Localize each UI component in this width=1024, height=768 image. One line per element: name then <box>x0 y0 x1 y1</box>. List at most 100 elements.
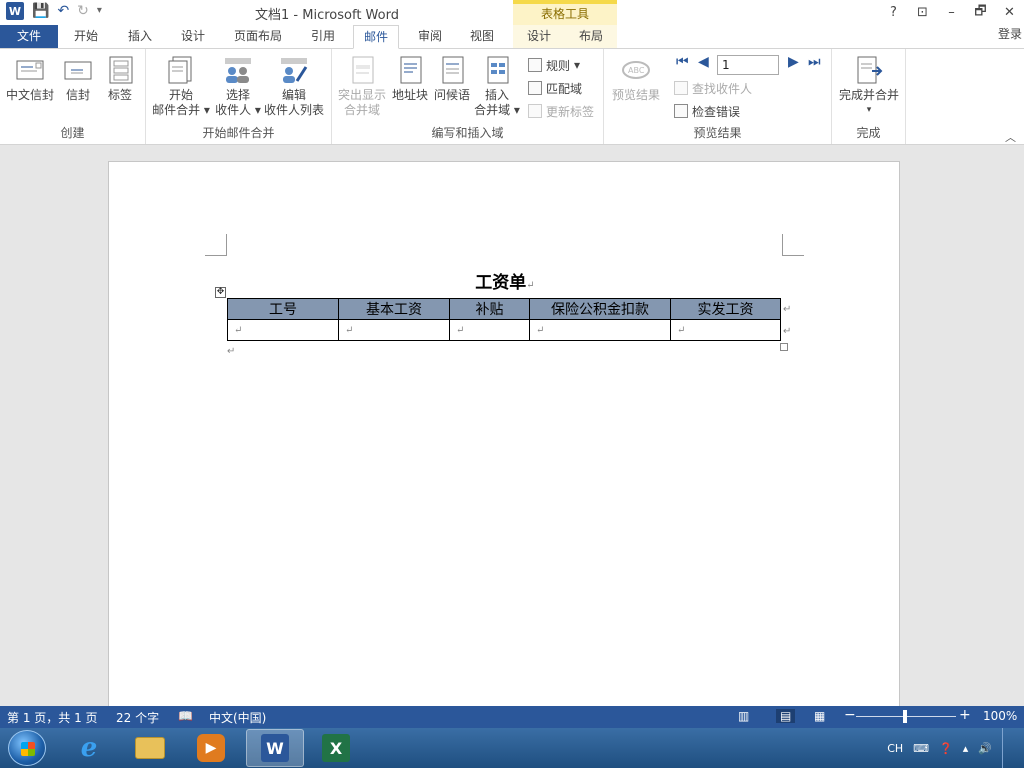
read-mode-icon[interactable]: ▥ <box>738 709 749 723</box>
login-link[interactable]: 登录 <box>998 25 1022 43</box>
header-net-salary[interactable]: 实发工资 <box>670 298 781 320</box>
show-hidden-icons-icon[interactable]: ▴ <box>963 742 969 755</box>
show-desktop-button[interactable] <box>1002 728 1014 768</box>
match-fields-button[interactable]: 匹配域 <box>528 78 582 98</box>
table-cell[interactable]: ↵ <box>529 319 671 341</box>
restore-button[interactable]: 🗗 <box>966 0 995 25</box>
document-title[interactable]: 工资单↵ <box>109 268 901 293</box>
highlight-merge-fields-label-1: 突出显示 <box>337 88 386 102</box>
header-allowance[interactable]: 补贴 <box>449 298 530 320</box>
envelopes-button[interactable]: 信封 <box>58 55 98 103</box>
header-employee-id[interactable]: 工号 <box>227 298 339 320</box>
greeting-line-button[interactable]: 问候语 <box>432 55 472 103</box>
edit-recipient-list-button[interactable]: 编辑 收件人列表 <box>262 55 326 118</box>
update-labels-label: 更新标签 <box>546 104 595 119</box>
labels-icon <box>105 55 135 85</box>
taskbar-media-player[interactable]: ▶ <box>182 729 240 767</box>
preview-results-button[interactable]: ABC 预览结果 <box>608 55 664 103</box>
zoom-out-button[interactable]: − <box>844 707 856 723</box>
first-record-icon[interactable]: ⏮ <box>676 54 689 70</box>
table-move-handle-icon[interactable]: ✥ <box>215 287 226 298</box>
tab-insert[interactable]: 插入 <box>118 25 162 49</box>
volume-icon[interactable]: 🔊 <box>978 742 992 755</box>
header-insurance-deduction[interactable]: 保险公积金扣款 <box>529 298 671 320</box>
tab-mailings[interactable]: 邮件 <box>353 25 400 49</box>
chinese-envelopes-button[interactable]: 中文信封 <box>4 55 56 103</box>
edit-recipient-list-label-2: 收件人列表 <box>263 103 324 117</box>
taskbar-internet-explorer[interactable]: e <box>60 729 118 767</box>
select-recipients-icon <box>223 55 253 85</box>
previous-record-icon[interactable]: ◀ <box>698 54 709 70</box>
table-cell[interactable]: ↵ <box>227 319 339 341</box>
address-block-button[interactable]: 地址块 <box>390 55 430 103</box>
rules-button[interactable]: 规则 ▾ <box>528 55 580 75</box>
taskbar-excel[interactable]: X <box>307 729 365 767</box>
zoom-slider-thumb[interactable] <box>903 710 907 723</box>
tab-table-design[interactable]: 设计 <box>513 25 565 49</box>
close-button[interactable]: ✕ <box>995 0 1024 25</box>
input-language[interactable]: CH <box>887 742 903 755</box>
help-tray-icon[interactable]: ❓ <box>939 742 953 755</box>
finish-merge-label: 完成并合并 <box>838 88 899 102</box>
start-button[interactable] <box>8 730 46 766</box>
tab-view[interactable]: 视图 <box>460 25 504 49</box>
status-bar: 第 1 页，共 1 页 22 个字 📖 中文(中国) ▥ ▤ ▦ − + 100… <box>0 706 1024 728</box>
rules-icon <box>528 58 542 72</box>
update-labels-button[interactable]: 更新标签 <box>528 101 594 121</box>
title-bar: W 💾 ↶ ↻ ▾ 文档1 - Microsoft Word 表格工具 ? ⊡ … <box>0 0 1024 25</box>
tab-table-layout[interactable]: 布局 <box>565 25 617 49</box>
document-page[interactable]: 工资单↵ ✥ 工号 基本工资 补贴 保险公积金扣款 实发工资 ↵ ↵ ↵ ↵ ↵… <box>108 161 900 721</box>
table-resize-handle[interactable] <box>780 343 788 351</box>
table-tools-header: 表格工具 <box>513 0 617 25</box>
insert-merge-field-button[interactable]: 插入 合并域 ▾ <box>472 55 522 118</box>
tab-references[interactable]: 引用 <box>301 25 345 49</box>
word-count[interactable]: 22 个字 <box>116 709 159 726</box>
find-recipient-button[interactable]: 查找收件人 <box>674 78 752 98</box>
print-layout-icon[interactable]: ▤ <box>776 709 796 723</box>
collapse-ribbon-icon[interactable]: ︿ <box>1005 129 1016 145</box>
tab-file[interactable]: 文件 <box>0 25 58 49</box>
ribbon-display-options-button[interactable]: ⊡ <box>908 0 937 25</box>
select-recipients-button[interactable]: 选择 收件人 ▾ <box>210 55 266 118</box>
check-errors-label: 检查错误 <box>692 104 741 119</box>
start-mail-merge-label-1: 开始 <box>168 88 193 102</box>
zoom-in-button[interactable]: + <box>959 707 971 723</box>
finish-merge-button[interactable]: 完成并合并 ▾ <box>834 55 904 118</box>
minimize-button[interactable]: – <box>937 0 966 25</box>
tab-home[interactable]: 开始 <box>64 25 108 49</box>
insert-merge-field-icon <box>482 55 512 85</box>
page-count[interactable]: 第 1 页，共 1 页 <box>7 709 98 726</box>
taskbar-word[interactable]: W <box>246 729 304 767</box>
proofing-icon[interactable]: 📖 <box>178 709 193 723</box>
header-base-salary[interactable]: 基本工资 <box>338 298 450 320</box>
last-record-icon[interactable]: ⏭ <box>808 54 821 70</box>
tab-design[interactable]: 设计 <box>171 25 215 49</box>
paragraph-mark[interactable]: ↵ <box>227 346 235 357</box>
web-layout-icon[interactable]: ▦ <box>814 709 825 723</box>
highlight-merge-fields-button[interactable]: 突出显示 合并域 <box>334 55 390 118</box>
update-labels-icon <box>528 104 542 118</box>
start-mail-merge-button[interactable]: 开始 邮件合并 ▾ <box>150 55 212 118</box>
next-record-icon[interactable]: ▶ <box>788 54 799 70</box>
table-cell[interactable]: ↵ <box>449 319 530 341</box>
envelopes-label: 信封 <box>65 88 90 102</box>
group-create: 中文信封 信封 标签 创建 <box>0 49 146 144</box>
check-errors-button[interactable]: 检查错误 <box>674 101 740 121</box>
tab-review[interactable]: 审阅 <box>408 25 452 49</box>
svg-text:ABC: ABC <box>628 66 645 75</box>
taskbar-file-explorer[interactable] <box>121 729 179 767</box>
start-mail-merge-label-2-text: 邮件合并 <box>152 103 201 117</box>
paragraph-mark: ↵ <box>526 280 535 291</box>
language-indicator[interactable]: 中文(中国) <box>209 709 266 726</box>
tab-page-layout[interactable]: 页面布局 <box>224 25 292 49</box>
zoom-level[interactable]: 100% <box>983 709 1017 723</box>
labels-button[interactable]: 标签 <box>100 55 140 103</box>
table-cell[interactable]: ↵ <box>670 319 781 341</box>
chinese-envelope-icon <box>15 55 45 85</box>
envelope-icon <box>63 55 93 85</box>
keyboard-icon[interactable]: ⌨ <box>913 742 929 755</box>
preview-results-icon: ABC <box>621 55 651 85</box>
table-cell[interactable]: ↵ <box>338 319 450 341</box>
record-number-input[interactable] <box>717 55 779 75</box>
help-button[interactable]: ? <box>879 0 908 25</box>
